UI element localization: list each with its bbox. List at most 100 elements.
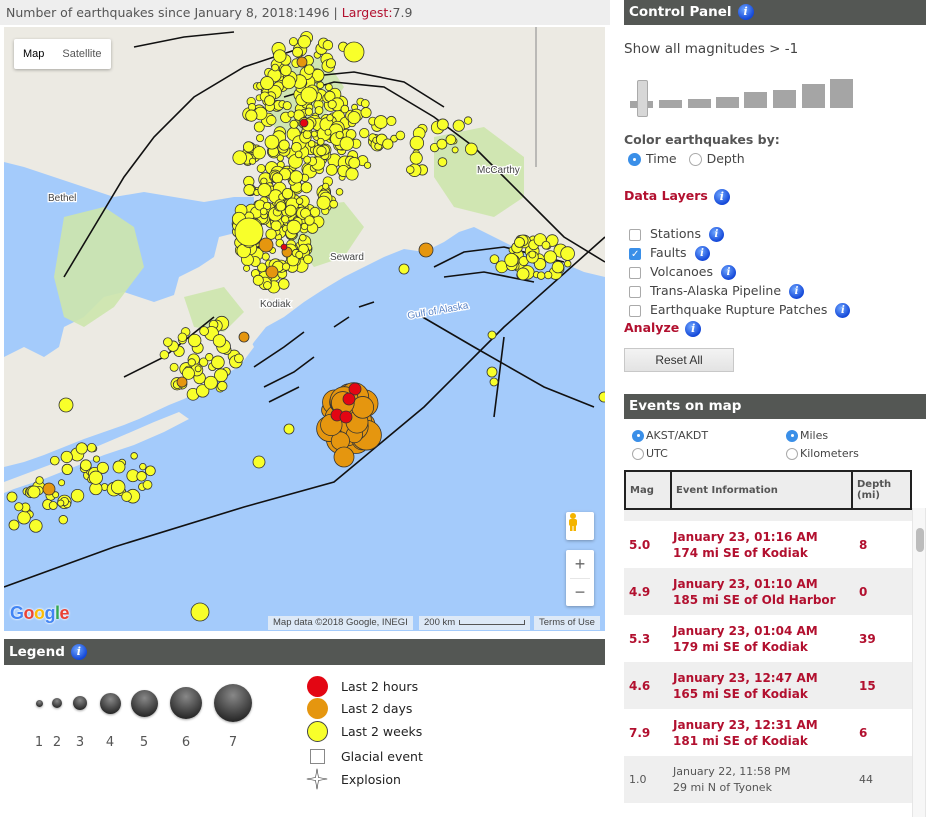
miles-radio[interactable]	[786, 429, 798, 442]
quake-marker-last-2-weeks[interactable]	[295, 197, 304, 205]
col-event-information[interactable]: Event Information	[672, 472, 853, 508]
quake-marker-last-2-weeks[interactable]	[300, 86, 318, 104]
quake-marker-last-2-weeks[interactable]	[259, 207, 268, 216]
time-option-akst[interactable]: AKST/AKDT	[632, 429, 708, 442]
quake-marker-last-2-weeks[interactable]	[307, 140, 316, 148]
quake-marker-last-2-weeks[interactable]	[35, 476, 44, 485]
quake-marker-last-2-hours[interactable]	[280, 243, 288, 251]
quake-marker-last-2-weeks[interactable]	[463, 116, 473, 125]
quake-marker-last-2-weeks[interactable]	[130, 452, 138, 460]
quake-marker-last-2-weeks[interactable]	[343, 41, 365, 63]
quake-marker-last-2-weeks[interactable]	[541, 240, 551, 250]
layer-faults[interactable]: Faultsi	[629, 244, 710, 264]
quake-marker-last-2-weeks[interactable]	[347, 111, 361, 125]
quake-marker-last-2-weeks[interactable]	[212, 334, 227, 348]
quake-marker-last-2-weeks[interactable]	[190, 602, 210, 622]
quake-marker-last-2-weeks[interactable]	[280, 64, 292, 77]
quake-marker-last-2-weeks[interactable]	[27, 485, 41, 499]
quake-marker-last-2-weeks[interactable]	[257, 183, 272, 198]
quake-marker-last-2-weeks[interactable]	[544, 270, 553, 280]
map-canvas[interactable]: Bethel Kodiak Seward McCarthy Gulf of Alaska	[4, 27, 605, 631]
quake-marker-last-2-weeks[interactable]	[58, 479, 66, 487]
quake-marker-last-2-weeks[interactable]	[57, 499, 65, 507]
quake-marker-last-2-weeks[interactable]	[359, 127, 370, 139]
col-mag[interactable]: Mag	[626, 472, 672, 508]
quake-marker-last-2-weeks[interactable]	[282, 101, 292, 111]
quake-marker-last-2-weeks[interactable]	[398, 263, 410, 275]
layer-checkbox[interactable]	[629, 266, 641, 279]
zoom-in-button[interactable]: +	[566, 550, 594, 578]
quake-marker-last-2-weeks[interactable]	[382, 138, 394, 150]
quake-marker-last-2-weeks[interactable]	[335, 130, 344, 140]
quake-marker-last-2-weeks[interactable]	[58, 397, 74, 413]
quake-marker-last-2-weeks[interactable]	[287, 110, 295, 118]
quake-marker-last-2-weeks[interactable]	[6, 491, 18, 503]
quake-marker-last-2-days[interactable]	[265, 265, 279, 279]
quake-marker-last-2-weeks[interactable]	[80, 459, 92, 472]
quake-marker-last-2-weeks[interactable]	[386, 115, 397, 127]
quake-marker-last-2-weeks[interactable]	[294, 150, 303, 159]
quake-marker-last-2-weeks[interactable]	[300, 181, 313, 194]
quake-marker-last-2-weeks[interactable]	[70, 488, 85, 503]
quake-marker-last-2-weeks[interactable]	[199, 326, 209, 336]
quake-marker-last-2-weeks[interactable]	[360, 99, 370, 108]
quake-marker-last-2-weeks[interactable]	[86, 442, 97, 453]
quake-marker-last-2-weeks[interactable]	[297, 35, 311, 49]
quake-marker-last-2-weeks[interactable]	[188, 333, 202, 348]
quake-marker-last-2-weeks[interactable]	[232, 150, 247, 165]
quake-marker-last-2-weeks[interactable]	[340, 104, 350, 114]
quake-marker-last-2-weeks[interactable]	[316, 137, 325, 146]
event-row[interactable]: 1.0 January 22, 11:58 PM 29 mi N of Tyonek…	[624, 756, 912, 803]
quake-marker-last-2-weeks[interactable]	[348, 156, 361, 169]
event-row[interactable]: 5.0 January 23, 01:16 AM 174 mi SE of Kodi…	[624, 521, 912, 568]
unit-option-miles[interactable]: Miles	[786, 429, 828, 442]
quake-marker-last-2-weeks[interactable]	[551, 260, 565, 274]
quake-marker-last-2-weeks[interactable]	[187, 358, 196, 367]
quake-marker-last-2-days[interactable]	[258, 237, 274, 253]
quake-marker-last-2-hours[interactable]	[339, 410, 353, 424]
quake-marker-last-2-weeks[interactable]	[121, 491, 132, 502]
quake-marker-last-2-weeks[interactable]	[445, 134, 457, 145]
quake-marker-last-2-weeks[interactable]	[278, 278, 290, 290]
kilometers-radio[interactable]	[786, 447, 798, 460]
quake-marker-last-2-days[interactable]	[296, 56, 308, 68]
quake-marker-last-2-weeks[interactable]	[316, 195, 331, 210]
quake-marker-last-2-weeks[interactable]	[302, 129, 312, 140]
event-row[interactable]: 7.9 January 23, 12:31 AM 181 mi SE of Kodi…	[624, 709, 912, 756]
quake-marker-last-2-weeks[interactable]	[409, 151, 423, 165]
quake-marker-last-2-hours[interactable]	[342, 392, 356, 406]
quake-marker-last-2-weeks[interactable]	[299, 233, 307, 242]
quake-marker-last-2-weeks[interactable]	[281, 75, 296, 90]
layer-info-icon[interactable]: i	[789, 284, 805, 299]
layer-volcanoes[interactable]: Volcanoes i	[629, 263, 737, 281]
event-row[interactable]: 5.3 January 23, 01:04 AM 179 mi SE of Kodi…	[624, 615, 912, 662]
quake-marker-last-2-weeks[interactable]	[281, 215, 290, 224]
quake-marker-last-2-weeks[interactable]	[110, 479, 126, 495]
quake-marker-last-2-weeks[interactable]	[252, 274, 264, 286]
quake-marker-last-2-weeks[interactable]	[304, 215, 315, 226]
quake-marker-last-2-weeks[interactable]	[58, 515, 68, 525]
quake-marker-last-2-weeks[interactable]	[310, 130, 318, 138]
layer-info-icon[interactable]: i	[835, 303, 851, 318]
terms-of-use-link[interactable]: Terms of Use	[534, 616, 600, 630]
quake-marker-last-2-weeks[interactable]	[409, 135, 425, 151]
quake-marker-last-2-weeks[interactable]	[324, 128, 332, 136]
akst-radio[interactable]	[632, 429, 644, 442]
quake-marker-last-2-weeks[interactable]	[316, 145, 327, 157]
quake-marker-last-2-weeks[interactable]	[243, 184, 256, 196]
quake-marker-last-2-weeks[interactable]	[263, 281, 272, 290]
quake-marker-last-2-weeks[interactable]	[464, 142, 478, 156]
quake-marker-last-2-weeks[interactable]	[177, 332, 188, 343]
quake-marker-last-2-weeks[interactable]	[452, 119, 465, 132]
quake-marker-last-2-weeks[interactable]	[292, 46, 303, 58]
quake-marker-last-2-weeks[interactable]	[234, 217, 264, 247]
layer-info-icon[interactable]: i	[694, 246, 710, 261]
quake-marker-last-2-weeks[interactable]	[139, 463, 147, 471]
quake-marker-last-2-weeks[interactable]	[283, 423, 295, 435]
col-depth[interactable]: Depth (mi)	[853, 472, 910, 508]
data-layers-info-icon[interactable]: i	[713, 188, 730, 205]
quake-marker-last-2-weeks[interactable]	[136, 471, 147, 482]
quake-marker-last-2-weeks[interactable]	[275, 201, 286, 212]
quake-marker-last-2-weeks[interactable]	[487, 330, 497, 340]
quake-marker-last-2-weeks[interactable]	[252, 145, 266, 160]
